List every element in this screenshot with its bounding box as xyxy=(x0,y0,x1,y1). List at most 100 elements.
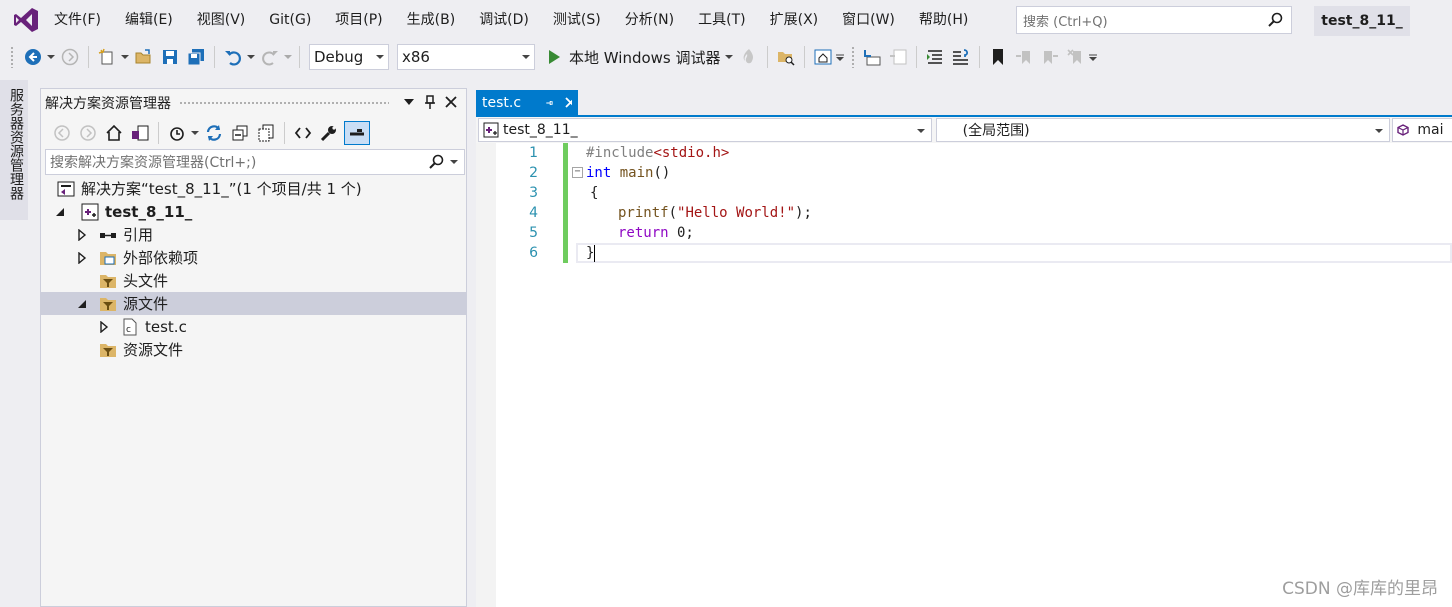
step-out-icon xyxy=(889,49,906,65)
new-item-button[interactable] xyxy=(96,46,118,68)
function-call-printf: printf xyxy=(618,205,669,221)
tree-item-project[interactable]: test_8_11_ xyxy=(41,200,466,223)
menu-item-12[interactable]: 帮助(H) xyxy=(907,0,980,40)
navigate-back-button[interactable] xyxy=(22,46,44,68)
new-item-dropdown[interactable] xyxy=(120,46,129,68)
navigate-forward-button[interactable] xyxy=(59,46,81,68)
line-number: 6 xyxy=(529,245,538,261)
collapsed-triangle-icon[interactable] xyxy=(75,251,89,265)
tree-item-external-dependencies[interactable]: 外部依赖项 xyxy=(41,246,466,269)
menu-item-1[interactable]: 编辑(E) xyxy=(113,0,185,40)
back-dropdown[interactable] xyxy=(46,46,55,68)
auto-hide-pin-button[interactable] xyxy=(422,94,438,110)
tree-item-source-files[interactable]: 源文件 xyxy=(41,292,466,315)
quick-info-button[interactable] xyxy=(950,46,972,68)
toggle-bookmark-button[interactable] xyxy=(987,46,1009,68)
collapse-outline-icon[interactable]: − xyxy=(572,167,583,178)
watermark: CSDN @库库的里昂 xyxy=(1282,579,1438,599)
filter-folder-open-icon xyxy=(99,295,117,313)
code-line: 6 } xyxy=(476,243,1452,263)
save-button[interactable] xyxy=(159,46,181,68)
expanded-triangle-icon[interactable] xyxy=(53,205,67,219)
tree-item-references[interactable]: 引用 xyxy=(41,223,466,246)
scope-navigation-select[interactable]: (全局范围) xyxy=(935,118,1391,142)
properties-button[interactable] xyxy=(318,122,340,144)
chevron-down-icon xyxy=(376,55,384,59)
solution-home-button[interactable] xyxy=(812,46,834,68)
tree-item-header-files[interactable]: 头文件 xyxy=(41,269,466,292)
code-editor[interactable]: 1 #include<stdio.h> 2 − int main() 3 { 4… xyxy=(476,143,1452,607)
undo-button[interactable] xyxy=(222,46,244,68)
solution-name-badge[interactable]: test_8_11_ xyxy=(1314,6,1410,36)
solution-explorer-toolbar xyxy=(41,117,466,149)
se-back-button[interactable] xyxy=(51,122,73,144)
title-grip[interactable] xyxy=(179,100,389,106)
next-bookmark-button[interactable] xyxy=(1039,46,1061,68)
collapse-all-button[interactable] xyxy=(229,122,251,144)
tree-item-test-c[interactable]: c test.c xyxy=(41,315,466,338)
tree-item-solution[interactable]: 解决方案“test_8_11_”(1 个项目/共 1 个) xyxy=(41,177,466,200)
sync-with-document-button[interactable] xyxy=(203,122,225,144)
quick-search-placeholder: 搜索 (Ctrl+Q) xyxy=(1023,14,1108,30)
hot-reload-button[interactable] xyxy=(738,46,760,68)
member-navigation-value: mai xyxy=(1417,122,1444,138)
step-out-button[interactable] xyxy=(887,46,909,68)
window-position-dropdown[interactable] xyxy=(401,94,417,110)
filter-dropdown[interactable] xyxy=(190,122,199,144)
menu-item-11[interactable]: 窗口(W) xyxy=(830,0,907,40)
toolbar-grip[interactable] xyxy=(850,46,855,68)
menu-item-2[interactable]: 视图(V) xyxy=(185,0,258,40)
toolbar-grip[interactable] xyxy=(10,46,14,68)
outdent-button[interactable] xyxy=(924,46,946,68)
menu-item-8[interactable]: 分析(N) xyxy=(613,0,686,40)
server-explorer-tab[interactable]: 服务器资源管理器 xyxy=(0,80,28,220)
open-file-button[interactable] xyxy=(133,46,155,68)
redo-button[interactable] xyxy=(259,46,281,68)
collapsed-triangle-icon[interactable] xyxy=(97,320,111,334)
project-navigation-select[interactable]: test_8_11_ xyxy=(478,118,932,142)
save-all-button[interactable] xyxy=(185,46,207,68)
show-all-files-button[interactable] xyxy=(255,122,277,144)
menu-item-6[interactable]: 调试(D) xyxy=(467,0,541,40)
collapsed-triangle-icon[interactable] xyxy=(75,228,89,242)
expanded-triangle-icon[interactable] xyxy=(75,297,89,311)
menu-item-4[interactable]: 项目(P) xyxy=(323,0,394,40)
preprocessor-directive: #include xyxy=(586,145,654,161)
member-navigation-select[interactable]: mai xyxy=(1392,118,1452,142)
find-in-files-button[interactable] xyxy=(775,46,797,68)
tab-test-c[interactable]: test.c xyxy=(476,90,578,115)
se-home-button[interactable] xyxy=(103,122,125,144)
chevron-down-icon xyxy=(1375,129,1384,133)
view-code-button[interactable] xyxy=(292,122,314,144)
close-icon[interactable] xyxy=(565,97,572,108)
toolbar-overflow-dropdown[interactable] xyxy=(836,46,845,68)
redo-dropdown[interactable] xyxy=(283,46,292,68)
home-window-icon xyxy=(814,49,831,65)
solution-platform-select[interactable]: x86 xyxy=(397,44,535,70)
switch-views-button[interactable] xyxy=(129,122,151,144)
step-into-button[interactable] xyxy=(861,46,883,68)
menu-item-9[interactable]: 工具(T) xyxy=(686,0,757,40)
menu-item-3[interactable]: Git(G) xyxy=(257,0,323,40)
close-panel-button[interactable] xyxy=(443,94,459,110)
c-source-file-icon: c xyxy=(121,318,139,336)
toolbar-overflow-dropdown[interactable] xyxy=(1089,46,1098,68)
menu-item-10[interactable]: 扩展(X) xyxy=(758,0,831,40)
search-options-dropdown-icon[interactable] xyxy=(450,160,458,165)
se-forward-button[interactable] xyxy=(77,122,99,144)
preview-selected-items-button[interactable] xyxy=(344,121,370,145)
solution-configuration-select[interactable]: Debug xyxy=(309,44,389,70)
clear-bookmarks-button[interactable] xyxy=(1065,46,1087,68)
solution-explorer-search-input[interactable]: 搜索解决方案资源管理器(Ctrl+;) xyxy=(45,149,465,175)
menu-item-5[interactable]: 生成(B) xyxy=(395,0,468,40)
tree-item-resource-files[interactable]: 资源文件 xyxy=(41,338,466,361)
debug-target-dropdown[interactable] xyxy=(725,46,734,68)
menu-item-0[interactable]: 文件(F) xyxy=(42,0,113,40)
previous-bookmark-button[interactable] xyxy=(1013,46,1035,68)
start-debugging-button[interactable]: 本地 Windows 调试器 xyxy=(545,47,721,68)
quick-search-input[interactable]: 搜索 (Ctrl+Q) xyxy=(1016,6,1292,34)
pending-changes-filter-button[interactable] xyxy=(166,122,188,144)
menu-item-7[interactable]: 测试(S) xyxy=(541,0,613,40)
pin-icon[interactable] xyxy=(545,97,553,109)
undo-dropdown[interactable] xyxy=(246,46,255,68)
